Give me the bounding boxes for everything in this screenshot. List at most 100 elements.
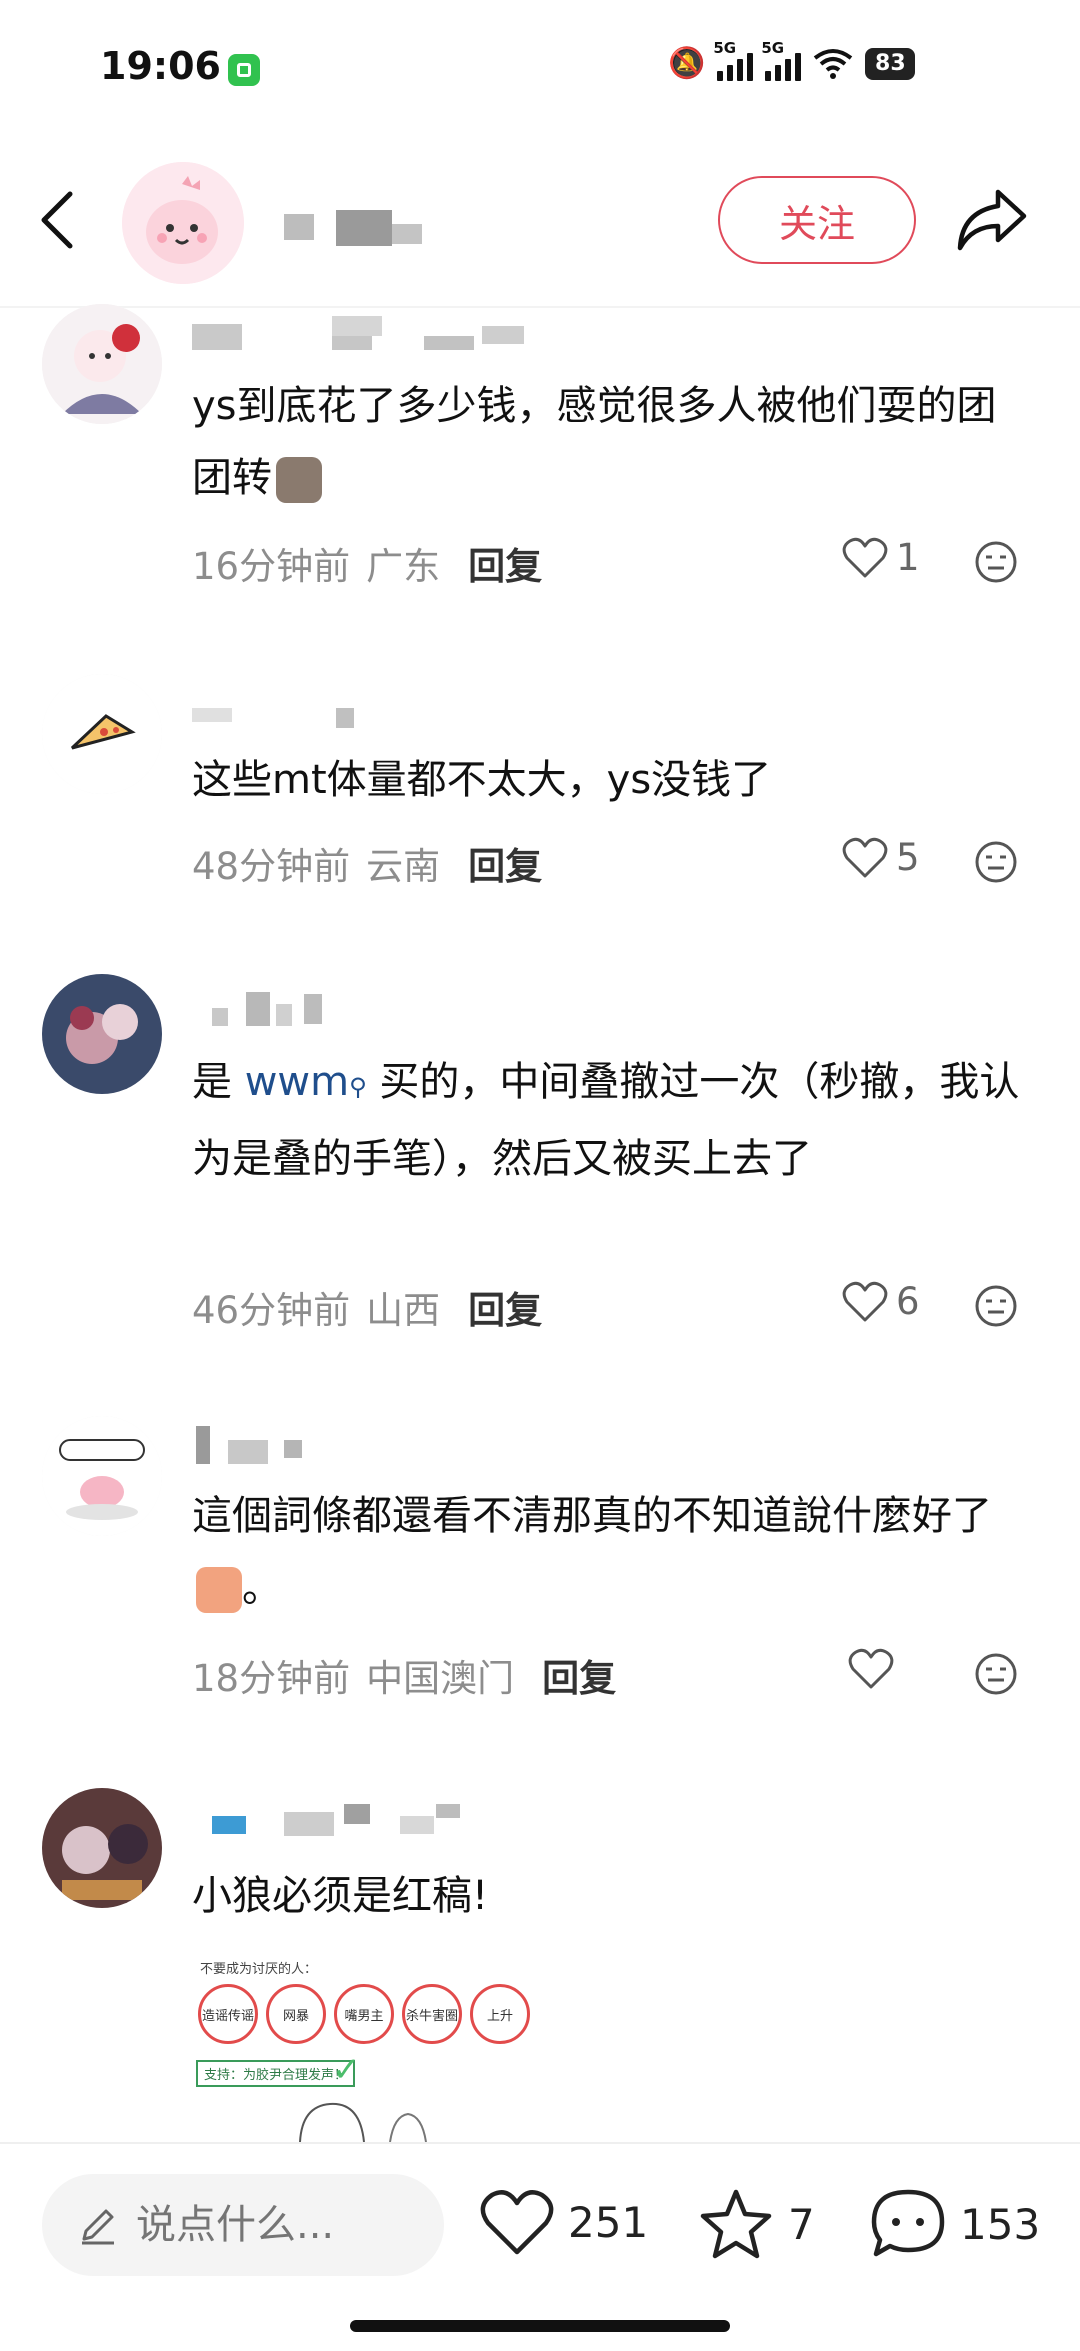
sticker-item: 网暴 (266, 1984, 326, 2044)
comment-count: 153 (960, 2199, 1041, 2249)
mute-bell-icon: 🔕 (668, 46, 706, 81)
like-button[interactable] (848, 1648, 902, 1690)
heart-icon (842, 537, 888, 577)
pencil-icon (82, 2209, 114, 2245)
dislike-face-icon[interactable] (974, 840, 1018, 884)
crying-face-emoji-icon (196, 1567, 242, 1613)
reply-button[interactable]: 回复 (542, 1648, 616, 1702)
status-icons: 🔕 5G 5G 83 (668, 39, 916, 81)
comment-text-content: 這個詞條都還看不清那真的不知道說什麼好了 (192, 1493, 992, 1539)
commenter-name-blurred (192, 988, 332, 1026)
sticker-item: 嘴男主 (334, 1984, 394, 2044)
reply-button[interactable]: 回复 (468, 1280, 542, 1334)
like-button[interactable]: 1 (842, 536, 920, 579)
comment-text: 是 wwm⚲ 买的，中间叠撤过一次（秒撤，我认为是叠的手笔），然后又被买上去了 (192, 1046, 1032, 1195)
like-button[interactable]: 5 (842, 836, 920, 879)
comments-button[interactable]: 153 (870, 2188, 1040, 2260)
comment-time: 16分钟前 (192, 545, 351, 588)
commenter-avatar[interactable] (42, 304, 162, 424)
commenter-avatar[interactable] (42, 1788, 162, 1908)
comment-item: 这些mt体量都不太大，ys没钱了 48分钟前 云南 回复 5 (0, 670, 1080, 910)
comment-input-box[interactable] (42, 2174, 444, 2276)
comment-location: 中国澳门 (366, 1657, 515, 1700)
reply-button[interactable]: 回复 (468, 836, 542, 890)
sticker-item: 上升 (470, 1984, 530, 2044)
commenter-name-blurred (192, 1802, 492, 1840)
heart-icon (848, 1648, 894, 1689)
network-type-2: 5G (761, 38, 785, 57)
comment-location: 广东 (366, 545, 441, 588)
commenter-name-blurred (192, 1426, 352, 1464)
avatar-image (42, 674, 162, 794)
reply-button[interactable]: 回复 (468, 536, 542, 590)
signal-icon-1: 5G (713, 39, 754, 81)
comment-text-content: 小狼必须是红稿! (192, 1873, 489, 1919)
commenter-avatar[interactable] (42, 674, 162, 794)
dislike-face-icon[interactable] (974, 540, 1018, 584)
home-indicator[interactable] (350, 2320, 730, 2332)
favorite-count: 7 (788, 2199, 815, 2249)
comment-time: 18分钟前 (192, 1657, 351, 1700)
commenter-name-blurred (192, 316, 532, 354)
commenter-avatar[interactable] (42, 974, 162, 1094)
commenter-name-blurred (192, 704, 372, 742)
status-time: 19:06 (100, 44, 221, 88)
comment-text: ys到底花了多少钱，感觉很多人被他们耍的团团转 (192, 370, 1032, 514)
comment-text: 这些mt体量都不太大，ys没钱了 (192, 744, 1032, 816)
author-avatar[interactable] (122, 162, 244, 284)
like-post-button[interactable]: 251 (480, 2188, 648, 2256)
cat-drawing-icon (299, 2102, 427, 2142)
sticker-item: 造谣传谣 (198, 1984, 258, 2044)
checkmark-icon: ✓ (332, 2050, 361, 2090)
comment-meta: 46分钟前 山西 回复 (192, 1280, 542, 1334)
comment-input[interactable] (134, 2201, 418, 2249)
comment-text-content: 这些mt体量都不太大，ys没钱了 (192, 757, 772, 803)
signal-icon-2: 5G (761, 39, 802, 81)
follow-button[interactable]: 关注 (718, 176, 916, 264)
search-link-icon: ⚲ (349, 1073, 367, 1101)
favorite-button[interactable]: 7 (698, 2188, 815, 2260)
comment-item: 是 wwm⚲ 买的，中间叠撤过一次（秒撤，我认为是叠的手笔），然后又被买上去了 … (0, 970, 1080, 1350)
author-avatar-image (122, 162, 244, 284)
comment-text: 小狼必须是红稿! (192, 1860, 1032, 1932)
author-name-blurred (284, 210, 434, 250)
comment-text: 這個詞條都還看不清那真的不知道說什麼好了。 (192, 1480, 1032, 1624)
avatar-image (42, 974, 162, 1094)
battery-indicator: 83 (865, 47, 916, 80)
like-button[interactable]: 6 (842, 1280, 920, 1323)
share-icon[interactable] (954, 186, 1030, 254)
sticker-title: 不要成为讨厌的人： (200, 1962, 318, 1977)
network-type-1: 5G (713, 38, 737, 57)
heart-icon (480, 2190, 554, 2255)
heart-icon (842, 837, 888, 877)
post-like-count: 251 (568, 2197, 649, 2247)
back-arrow-icon[interactable] (36, 188, 80, 252)
comment-time: 46分钟前 (192, 1289, 351, 1332)
heart-icon (842, 1281, 888, 1321)
comment-item: ys到底花了多少钱，感觉很多人被他们耍的团团转 16分钟前 广东 回复 1 (0, 300, 1080, 630)
bottom-divider (0, 2142, 1080, 2144)
avatar-image (42, 1416, 162, 1536)
comment-text-end: 。 (242, 1565, 282, 1611)
search-link[interactable]: wwm (245, 1059, 349, 1105)
star-icon (700, 2189, 772, 2259)
comment-time: 48分钟前 (192, 845, 351, 888)
like-count: 6 (896, 1280, 920, 1323)
dislike-face-icon[interactable] (974, 1652, 1018, 1696)
like-count: 1 (896, 536, 920, 579)
app-notification-icon (228, 54, 260, 86)
comment-sticker-image[interactable]: 不要成为讨厌的人： 造谣传谣 网暴 嘴男主 杀牛害圈 上升 支持：为胶尹合理发声… (190, 1952, 550, 2142)
comment-item: 這個詞條都還看不清那真的不知道說什麼好了。 18分钟前 中国澳门 回复 (0, 1410, 1080, 1700)
comment-location: 山西 (366, 1289, 441, 1332)
dislike-face-icon[interactable] (974, 1284, 1018, 1328)
crying-cat-emoji-icon (276, 457, 322, 503)
comment-location: 云南 (366, 845, 441, 888)
comment-text-prefix: 是 (192, 1059, 245, 1105)
sticker-item: 杀牛害圈 (402, 1984, 462, 2044)
commenter-avatar[interactable] (42, 1416, 162, 1536)
comment-meta: 16分钟前 广东 回复 (192, 536, 542, 590)
avatar-image (42, 304, 162, 424)
comment-meta: 18分钟前 中国澳门 回复 (192, 1648, 616, 1702)
chat-bubble-icon (871, 2189, 945, 2257)
avatar-image (42, 1788, 162, 1908)
